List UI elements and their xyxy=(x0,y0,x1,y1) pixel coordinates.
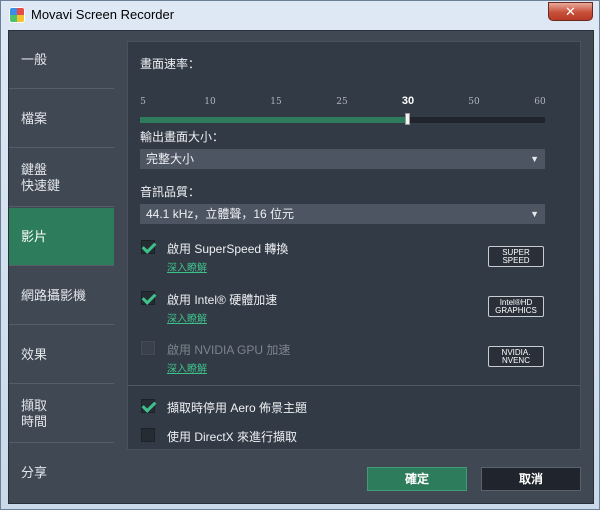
intel-learn-more-link[interactable]: 深入瞭解 xyxy=(167,310,207,325)
sidebar-item-capture-time[interactable]: 擷取 時間 xyxy=(9,385,114,443)
fps-tick: 10 xyxy=(204,97,216,107)
frame-size-select[interactable]: 完整大小 ▼ xyxy=(140,149,545,169)
disable-aero-label: 擷取時停用 Aero 佈景主題 xyxy=(167,401,308,415)
frame-size-label: 輸出畫面大小： xyxy=(140,130,225,144)
disable-aero-checkbox[interactable] xyxy=(141,399,155,413)
nvidia-acceleration-label: 啟用 NVIDIA GPU 加速 xyxy=(167,343,291,357)
app-logo-icon xyxy=(9,7,25,23)
dropdown-arrow-icon: ▼ xyxy=(530,209,539,219)
intel-hd-badge-text: Intel®HD GRAPHICS xyxy=(495,297,537,315)
directx-label: 使用 DirectX 來進行擷取 xyxy=(167,430,298,444)
audio-quality-value: 44.1 kHz，立體聲，16 位元 xyxy=(146,207,295,221)
video-settings-panel: 畫面速率： 5 10 15 25 30 50 60 輸出畫面大小： 完整大小 ▼… xyxy=(127,41,581,450)
cancel-button[interactable]: 取消 xyxy=(481,467,581,491)
fps-tick: 25 xyxy=(336,97,348,107)
superspeed-badge-text: SUPER SPEED xyxy=(502,247,530,265)
fps-slider-thumb[interactable] xyxy=(405,113,411,125)
intel-hd-badge: Intel®HD GRAPHICS xyxy=(488,296,544,317)
superspeed-label: 啟用 SuperSpeed 轉換 xyxy=(167,242,289,256)
settings-sidebar: 一般 檔案 鍵盤 快速鍵 影片 網路攝影機 效果 擷取 時間 分享 xyxy=(9,31,114,503)
fps-tick: 5 xyxy=(140,97,146,107)
nvidia-nvenc-badge-text: NVIDIA. NVENC xyxy=(501,347,531,365)
superspeed-badge: SUPER SPEED xyxy=(488,246,544,267)
fps-tick: 60 xyxy=(534,97,546,107)
intel-acceleration-checkbox[interactable] xyxy=(141,291,155,305)
dropdown-arrow-icon: ▼ xyxy=(530,154,539,164)
sidebar-item-share[interactable]: 分享 xyxy=(9,444,114,502)
audio-quality-select[interactable]: 44.1 kHz，立體聲，16 位元 ▼ xyxy=(140,204,545,224)
sidebar-item-video[interactable]: 影片 xyxy=(9,208,114,266)
fps-tick: 50 xyxy=(468,97,480,107)
close-button[interactable]: ✕ xyxy=(548,2,593,21)
window-title: Movavi Screen Recorder xyxy=(31,7,175,22)
sidebar-item-file[interactable]: 檔案 xyxy=(9,90,114,148)
superspeed-learn-more-link[interactable]: 深入瞭解 xyxy=(167,259,207,274)
fps-tick: 15 xyxy=(270,97,282,107)
section-divider xyxy=(128,385,580,386)
nvidia-nvenc-badge: NVIDIA. NVENC xyxy=(488,346,544,367)
nvidia-learn-more-link[interactable]: 深入瞭解 xyxy=(167,360,207,375)
fps-tick-selected: 30 xyxy=(401,95,415,107)
app-window: Movavi Screen Recorder ✕ 一般 檔案 鍵盤 快速鍵 影片… xyxy=(0,0,600,510)
settings-dialog: 一般 檔案 鍵盤 快速鍵 影片 網路攝影機 效果 擷取 時間 分享 畫面速率： … xyxy=(8,30,594,504)
nvidia-acceleration-checkbox[interactable] xyxy=(141,341,155,355)
directx-checkbox[interactable] xyxy=(141,428,155,442)
sidebar-item-general[interactable]: 一般 xyxy=(9,31,114,89)
fps-slider[interactable] xyxy=(140,113,545,125)
fps-label: 畫面速率： xyxy=(140,57,201,71)
sidebar-item-hotkeys[interactable]: 鍵盤 快速鍵 xyxy=(9,149,114,207)
fps-slider-fill xyxy=(140,117,408,123)
title-bar[interactable]: Movavi Screen Recorder ✕ xyxy=(1,1,599,29)
audio-quality-label: 音訊品質： xyxy=(140,185,201,199)
superspeed-checkbox[interactable] xyxy=(141,240,155,254)
intel-acceleration-label: 啟用 Intel® 硬體加速 xyxy=(167,293,278,307)
sidebar-item-effects[interactable]: 效果 xyxy=(9,326,114,384)
frame-size-value: 完整大小 xyxy=(146,152,195,166)
sidebar-item-webcam[interactable]: 網路攝影機 xyxy=(9,267,114,325)
ok-button[interactable]: 確定 xyxy=(367,467,467,491)
